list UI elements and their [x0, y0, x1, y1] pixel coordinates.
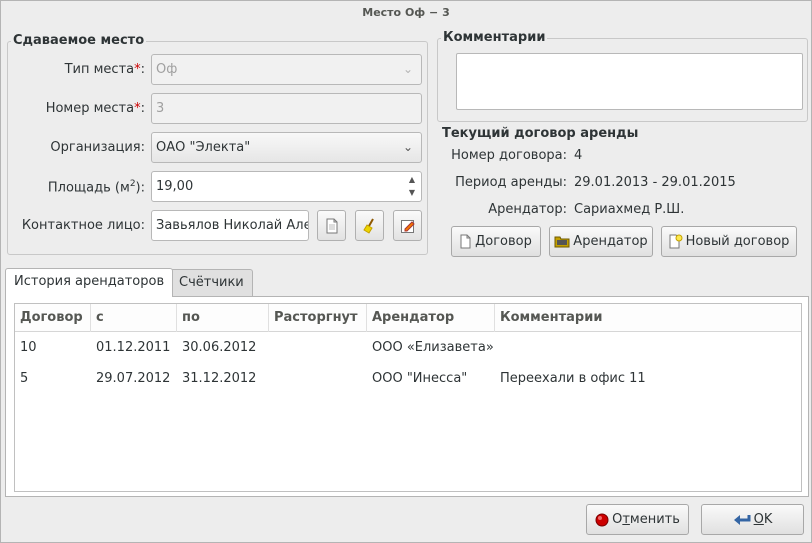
cell-to: 31.12.2012 — [182, 371, 257, 386]
table-header: Договор с по Расторгнут Арендатор Коммен… — [15, 304, 801, 332]
table-row[interactable]: 5 29.07.2012 31.12.2012 ООО "Инесса" Пер… — [15, 363, 801, 394]
column-header-tenant[interactable]: Арендатор — [367, 304, 495, 332]
document-icon — [326, 218, 337, 233]
cell-tenant: ООО "Инесса" — [372, 371, 468, 386]
organization-combo[interactable]: ОАО "Электа" ⌄ — [151, 132, 422, 163]
area-label: Площадь (м2): — [47, 179, 145, 196]
comments-section-legend: Комментарии — [441, 30, 548, 45]
table-row[interactable]: 10 01.12.2011 30.06.2012 ООО «Елизавета» — [15, 332, 801, 363]
document-icon — [460, 234, 471, 249]
place-section-legend: Сдаваемое место — [11, 33, 147, 48]
column-header-contract[interactable]: Договор — [15, 304, 91, 332]
comments-textarea[interactable] — [456, 53, 803, 110]
contract-number-label: Номер договора: — [451, 148, 567, 163]
tenant-history-panel: Договор с по Расторгнут Арендатор Коммен… — [5, 296, 809, 497]
chevron-down-icon: ⌄ — [402, 140, 413, 154]
new-contract-button[interactable]: Новый договор — [661, 226, 797, 257]
new-contract-button-label: Новый договор — [685, 234, 790, 249]
cell-tenant: ООО «Елизавета» — [372, 340, 494, 355]
cell-contract: 10 — [20, 340, 37, 355]
place-type-combo: Оф ⌄ — [151, 54, 422, 85]
spin-arrows-icon[interactable]: ▲ ▼ — [407, 173, 417, 199]
area-value: 19,00 — [156, 179, 194, 194]
window-title: Место Оф − 3 — [362, 6, 450, 19]
tab-tenant-history[interactable]: История арендаторов — [5, 268, 174, 297]
contact-clear-button[interactable] — [355, 210, 384, 241]
cell-comments: Переехали в офис 11 — [500, 371, 646, 386]
cell-from: 29.07.2012 — [96, 371, 171, 386]
organization-value: ОАО "Электа" — [156, 140, 251, 155]
cell-from: 01.12.2011 — [96, 340, 171, 355]
folder-icon — [554, 236, 570, 248]
tab-meters[interactable]: Счётчики — [170, 269, 253, 297]
contact-field[interactable]: Завьялов Николай Але — [151, 210, 309, 241]
column-header-to[interactable]: по — [177, 304, 269, 332]
place-type-label: Тип места*: — [64, 62, 145, 77]
cell-to: 30.06.2012 — [182, 340, 257, 355]
new-document-icon — [669, 234, 683, 249]
cell-contract: 5 — [20, 371, 29, 386]
rent-period-label: Период аренды: — [455, 175, 567, 190]
return-arrow-icon — [733, 514, 751, 525]
area-spinbox[interactable]: 19,00 ▲ ▼ — [151, 171, 422, 202]
place-number-field: 3 — [151, 93, 422, 124]
broom-icon — [362, 218, 374, 234]
cell-terminated — [269, 363, 274, 394]
chevron-down-icon: ⌄ — [402, 62, 413, 76]
contact-label: Контактное лицо: — [21, 218, 145, 233]
column-header-terminated[interactable]: Расторгнут — [269, 304, 367, 332]
organization-label: Организация: — [50, 140, 145, 155]
tenant-label: Арендатор: — [488, 202, 567, 217]
contract-button[interactable]: Договор — [451, 226, 541, 257]
contract-number-value: 4 — [574, 148, 583, 163]
tenant-value: Сариахмед Р.Ш. — [574, 202, 685, 217]
cancel-button-label: Отменить — [612, 512, 680, 527]
place-type-value: Оф — [156, 62, 178, 77]
cancel-button[interactable]: Отменить — [586, 504, 689, 535]
dialog-window: Место Оф − 3 Сдаваемое место Тип места*:… — [0, 0, 812, 543]
ok-button-label: OK — [753, 512, 773, 527]
tenant-button-label: Арендатор — [573, 234, 648, 249]
place-number-label: Номер места*: — [45, 101, 145, 116]
contract-button-label: Договор — [475, 234, 532, 249]
tenant-history-table[interactable]: Договор с по Расторгнут Арендатор Коммен… — [14, 303, 802, 492]
column-header-comments[interactable]: Комментарии — [495, 304, 801, 332]
cell-comments — [495, 332, 500, 363]
column-header-from[interactable]: с — [91, 304, 177, 332]
contact-edit-button[interactable] — [393, 210, 422, 241]
rent-period-value: 29.01.2013 - 29.01.2015 — [574, 175, 736, 190]
cell-terminated — [269, 332, 274, 363]
contact-open-button[interactable] — [317, 210, 346, 241]
contract-section-title: Текущий договор аренды — [442, 126, 639, 141]
tenant-button[interactable]: Арендатор — [549, 226, 653, 257]
edit-icon — [400, 219, 415, 233]
record-icon — [595, 513, 609, 526]
ok-button[interactable]: OK — [701, 504, 804, 535]
